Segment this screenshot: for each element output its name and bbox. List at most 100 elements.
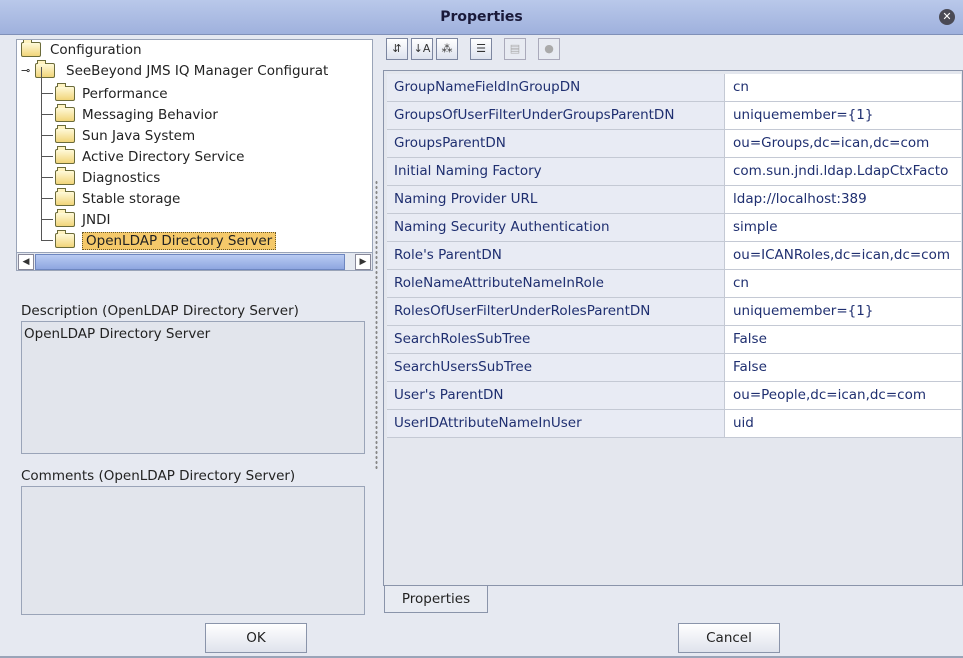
property-row[interactable]: SearchRolesSubTree False <box>387 326 961 354</box>
property-row[interactable]: GroupNameFieldInGroupDN cn <box>387 74 961 102</box>
property-name: UserIDAttributeNameInUser <box>387 410 725 437</box>
sort-category-icon[interactable]: ⁂ <box>436 38 458 60</box>
property-value[interactable]: ou=People,dc=ican,dc=com <box>725 382 961 409</box>
property-name: GroupsParentDN <box>387 130 725 157</box>
folder-icon <box>55 83 75 101</box>
property-row[interactable]: UserIDAttributeNameInUser uid <box>387 410 961 438</box>
tree-item-label: Stable storage <box>82 190 181 207</box>
tree-item[interactable]: Performance <box>55 83 168 104</box>
description-box: OpenLDAP Directory Server <box>21 321 365 454</box>
property-row[interactable]: User's ParentDN ou=People,dc=ican,dc=com <box>387 382 961 410</box>
tree-item[interactable]: Diagnostics <box>55 167 160 188</box>
property-name: Naming Provider URL <box>387 186 725 213</box>
scroll-thumb[interactable] <box>35 254 345 270</box>
tree-connector <box>41 156 53 157</box>
tree-item[interactable]: Messaging Behavior <box>55 104 218 125</box>
tree-connector <box>41 240 53 241</box>
disabled-box-icon: ▤ <box>504 38 526 60</box>
folder-icon <box>35 60 55 78</box>
property-value[interactable]: uid <box>725 410 961 437</box>
tree-connector <box>41 219 53 220</box>
tree-item[interactable]: Active Directory Service <box>55 146 244 167</box>
property-row[interactable]: Initial Naming Factory com.sun.jndi.ldap.… <box>387 158 961 186</box>
ok-button[interactable]: OK <box>205 623 307 653</box>
property-value[interactable]: ou=ICANRoles,dc=ican,dc=com <box>725 242 961 269</box>
folder-icon <box>55 146 75 164</box>
property-row[interactable]: Naming Provider URL ldap://localhost:389 <box>387 186 961 214</box>
tree-connector <box>41 135 53 136</box>
property-name: Naming Security Authentication <box>387 214 725 241</box>
sort-unsorted-icon[interactable]: ⇵ <box>386 38 408 60</box>
expand-icon[interactable]: ⊸ <box>21 64 35 77</box>
property-name: GroupNameFieldInGroupDN <box>387 74 725 101</box>
property-value[interactable]: ldap://localhost:389 <box>725 186 961 213</box>
tree-horizontal-scrollbar[interactable]: ◀ ▶ <box>16 252 373 271</box>
property-row[interactable]: Role's ParentDN ou=ICANRoles,dc=ican,dc=c… <box>387 242 961 270</box>
property-value[interactable]: ou=Groups,dc=ican,dc=com <box>725 130 961 157</box>
comments-label: Comments (OpenLDAP Directory Server) <box>21 468 296 484</box>
property-value[interactable]: uniquemember={1} <box>725 298 961 325</box>
split-divider[interactable] <box>375 180 378 470</box>
property-name: SearchRolesSubTree <box>387 326 725 353</box>
description-label: Description (OpenLDAP Directory Server) <box>21 303 299 319</box>
properties-list-icon[interactable]: ☰ <box>470 38 492 60</box>
comments-text <box>22 487 364 495</box>
tree-item-label: Sun Java System <box>82 127 196 144</box>
folder-icon <box>21 40 41 57</box>
config-tree: Configuration ⊸ SeeBeyond JMS IQ Manager… <box>16 39 373 253</box>
tree-item[interactable]: OpenLDAP Directory Server <box>55 230 277 251</box>
tab-properties[interactable]: Properties <box>384 586 488 613</box>
property-value[interactable]: uniquemember={1} <box>725 102 961 129</box>
folder-icon <box>55 104 75 122</box>
tree-connector <box>41 198 53 199</box>
comments-field[interactable] <box>21 486 365 615</box>
property-row[interactable]: GroupsOfUserFilterUnderGroupsParentDN uni… <box>387 102 961 130</box>
tree-item-label: Messaging Behavior <box>82 106 218 123</box>
tree-item-label: JNDI <box>82 211 111 228</box>
tree-item[interactable]: JNDI <box>55 209 110 230</box>
folder-icon <box>55 188 75 206</box>
scroll-right-icon[interactable]: ▶ <box>355 254 371 270</box>
property-name: RolesOfUserFilterUnderRolesParentDN <box>387 298 725 325</box>
sort-alpha-icon[interactable]: ↓A <box>411 38 433 60</box>
property-name: GroupsOfUserFilterUnderGroupsParentDN <box>387 102 725 129</box>
property-name: Role's ParentDN <box>387 242 725 269</box>
property-value[interactable]: False <box>725 326 961 353</box>
tree-item[interactable]: Stable storage <box>55 188 180 209</box>
property-row[interactable]: GroupsParentDN ou=Groups,dc=ican,dc=com <box>387 130 961 158</box>
property-name: User's ParentDN <box>387 382 725 409</box>
property-value[interactable]: com.sun.jndi.ldap.LdapCtxFacto <box>725 158 961 185</box>
tree-root-label: Configuration <box>50 41 142 58</box>
property-name: RoleNameAttributeNameInRole <box>387 270 725 297</box>
property-row[interactable]: Naming Security Authentication simple <box>387 214 961 242</box>
tree-connector <box>41 177 53 178</box>
property-name: Initial Naming Factory <box>387 158 725 185</box>
properties-toolbar: ⇵ ↓A ⁂ ☰ ▤ ● <box>386 38 560 62</box>
folder-icon <box>55 125 75 143</box>
folder-icon <box>55 167 75 185</box>
folder-icon <box>55 209 75 227</box>
title-bar: Properties ✕ <box>0 0 963 35</box>
tree-item-label: Performance <box>82 85 168 102</box>
tree-item-label: Active Directory Service <box>82 148 245 165</box>
tree-item-label: Diagnostics <box>82 169 161 186</box>
tree-node-label: SeeBeyond JMS IQ Manager Configurat <box>66 62 329 79</box>
close-icon[interactable]: ✕ <box>939 9 955 25</box>
scroll-left-icon[interactable]: ◀ <box>18 254 34 270</box>
property-row[interactable]: RolesOfUserFilterUnderRolesParentDN uniqu… <box>387 298 961 326</box>
tree-node-jms[interactable]: ⊸ SeeBeyond JMS IQ Manager Configurat <box>21 60 328 81</box>
cancel-button[interactable]: Cancel <box>678 623 780 653</box>
property-row[interactable]: RoleNameAttributeNameInRole cn <box>387 270 961 298</box>
tree-root[interactable]: Configuration <box>21 40 142 60</box>
properties-table: GroupNameFieldInGroupDN cn GroupsOfUserFil… <box>383 70 963 586</box>
property-value[interactable]: False <box>725 354 961 381</box>
property-name: SearchUsersSubTree <box>387 354 725 381</box>
tree-connector <box>41 93 53 94</box>
folder-icon <box>55 230 75 248</box>
property-row[interactable]: SearchUsersSubTree False <box>387 354 961 382</box>
window-title: Properties <box>440 9 523 25</box>
property-value[interactable]: cn <box>725 270 961 297</box>
tree-item[interactable]: Sun Java System <box>55 125 195 146</box>
property-value[interactable]: simple <box>725 214 961 241</box>
property-value[interactable]: cn <box>725 74 961 101</box>
